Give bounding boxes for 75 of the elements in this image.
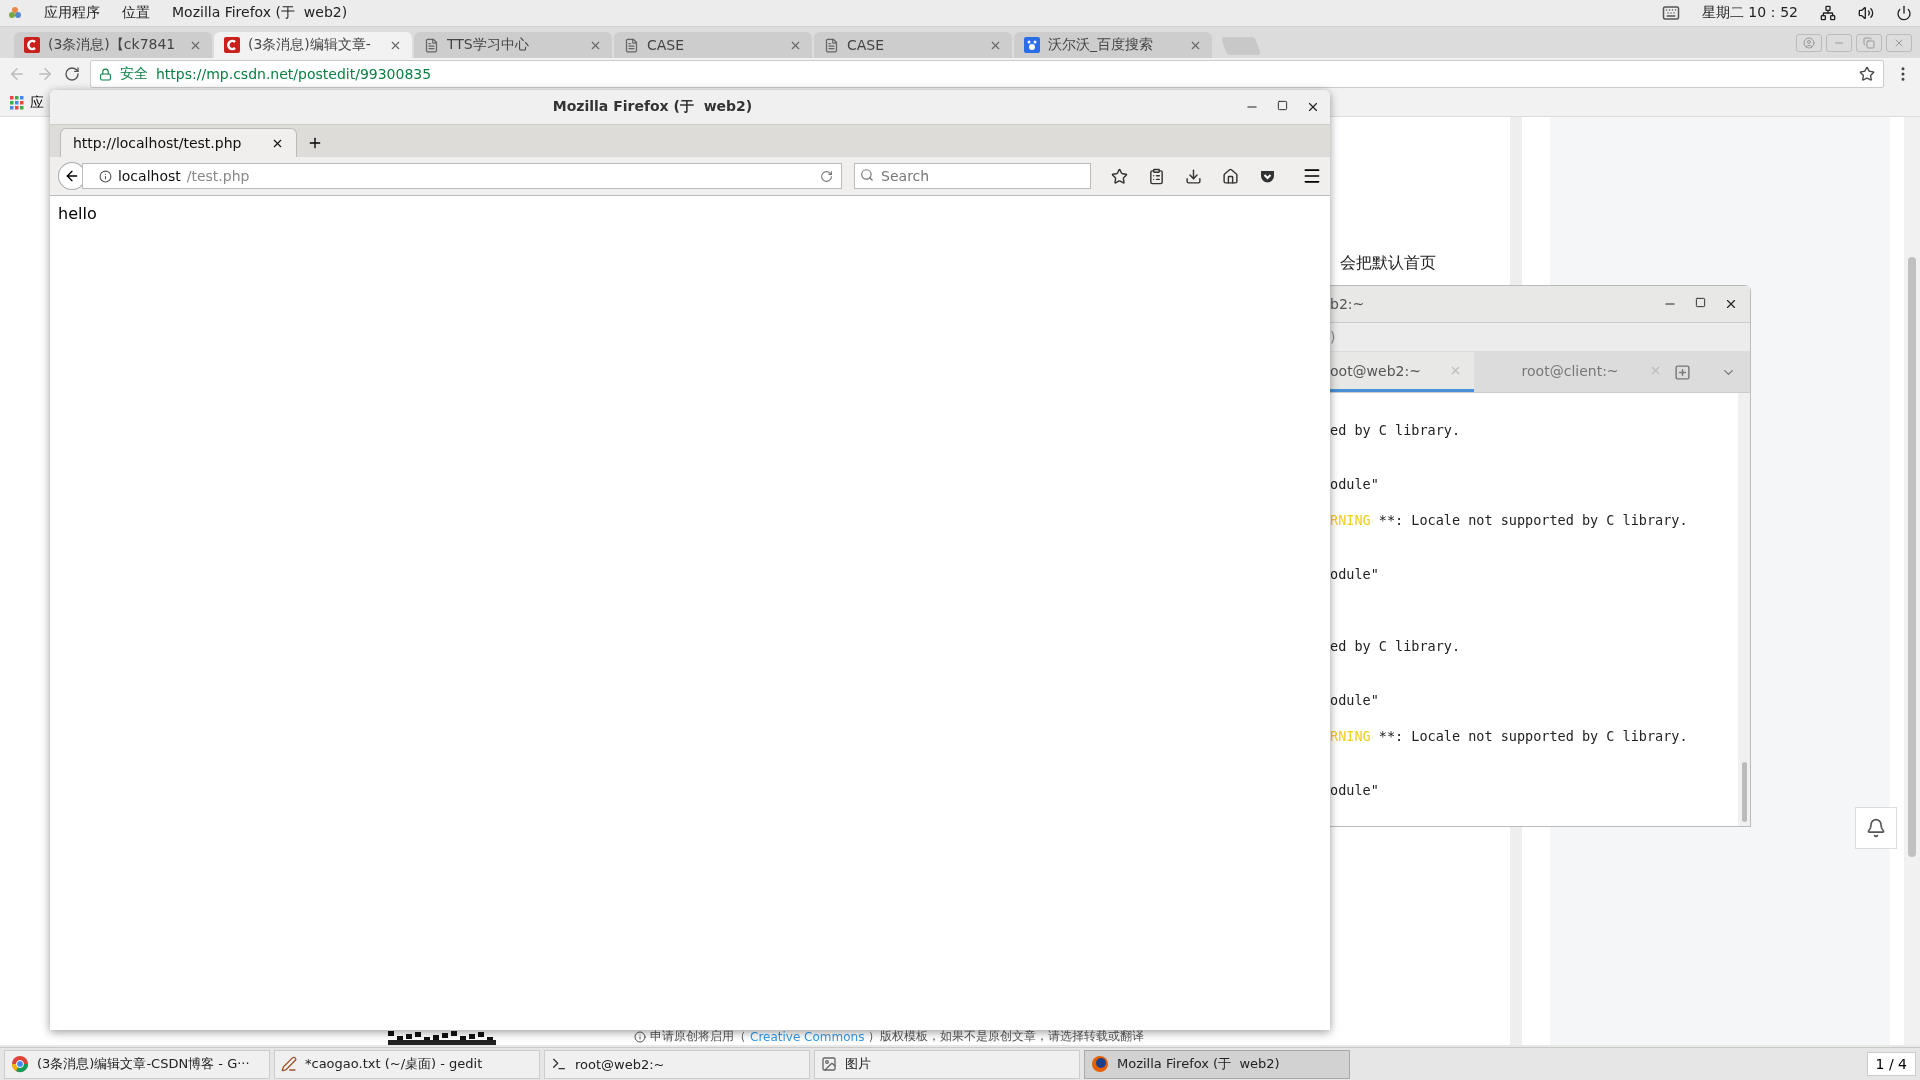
page-heading: 会把默认首页 xyxy=(1340,253,1436,274)
browser-icon xyxy=(11,1055,29,1073)
paw-icon xyxy=(1024,37,1040,53)
network-icon[interactable] xyxy=(1820,5,1836,21)
search-icon xyxy=(860,168,875,182)
lock-icon xyxy=(99,67,112,81)
reload-icon[interactable] xyxy=(64,66,80,82)
taskbar-item[interactable]: (3条消息)编辑文章-CSDN博客 - G··· xyxy=(4,1049,270,1079)
terminal-line: ed by C library. xyxy=(1330,638,1461,654)
browser-tab[interactable]: (3条消息)【ck7841 xyxy=(14,32,212,58)
close-icon[interactable] xyxy=(1724,297,1738,311)
terminal-line: odule" xyxy=(1330,476,1379,492)
letter-c-icon xyxy=(224,37,240,53)
terminal-line: RNING **: Locale not supported by C library. xyxy=(1330,728,1688,744)
taskbar-item[interactable]: 图片 xyxy=(814,1049,1080,1079)
taskbar-item[interactable]: Mozilla Firefox (于 web2) xyxy=(1084,1049,1350,1079)
person-icon xyxy=(1803,36,1815,49)
terminal-icon xyxy=(551,1056,567,1072)
home-icon[interactable] xyxy=(1222,167,1240,185)
download-icon[interactable] xyxy=(1185,167,1203,185)
browser-tab[interactable]: 沃尔沃_百度搜索 xyxy=(1014,32,1212,58)
top-menu[interactable]: 位置 xyxy=(122,4,150,22)
scrollbar[interactable] xyxy=(1738,393,1750,826)
star-icon[interactable] xyxy=(1111,167,1129,185)
browser-tab[interactable]: CASE xyxy=(614,32,812,58)
scrollbar[interactable] xyxy=(1904,117,1920,1045)
document-icon xyxy=(824,37,839,53)
browser-tab[interactable]: CASE xyxy=(814,32,1012,58)
taskbar-item[interactable]: root@web2:~ xyxy=(544,1049,810,1079)
notice-text: 申请原创将启用（ xyxy=(650,1028,746,1045)
terminal-tab[interactable]: oot@web2:~ xyxy=(1330,352,1474,392)
page-text: hello xyxy=(58,204,97,223)
bookmark-link[interactable]: 应 xyxy=(30,94,44,112)
keyboard-icon[interactable] xyxy=(1661,4,1680,22)
notice-text: ）版权模板，如果不是原创文章，请选择转载或翻译 xyxy=(868,1028,1145,1045)
restore-icon xyxy=(1863,36,1875,49)
document-icon xyxy=(624,37,639,53)
maximize-icon[interactable] xyxy=(1695,297,1706,308)
address-field[interactable]: localhost /test.php xyxy=(81,163,843,189)
close-icon[interactable] xyxy=(1306,100,1320,114)
menu-icon[interactable] xyxy=(1302,166,1322,186)
pen-icon xyxy=(281,1056,297,1072)
clock[interactable]: 星期二 10：52 xyxy=(1701,4,1798,22)
bell-icon xyxy=(1866,818,1886,838)
apps-grid-icon[interactable] xyxy=(10,96,24,110)
image-icon xyxy=(821,1056,837,1072)
terminal-line: odule" xyxy=(1330,566,1379,582)
terminal-line: odule" xyxy=(1330,782,1379,798)
maximize-icon[interactable] xyxy=(1277,100,1288,111)
apps-icon[interactable] xyxy=(8,6,22,20)
browser-tab[interactable]: (3条消息)编辑文章- xyxy=(214,32,412,58)
globe-icon xyxy=(1091,1055,1109,1073)
search-field[interactable]: Search xyxy=(854,163,1092,189)
bell-button[interactable] xyxy=(1855,807,1897,849)
browser-tab[interactable]: http://localhost/test.php xyxy=(60,128,298,157)
top-menu[interactable]: 应用程序 xyxy=(44,4,100,22)
volume-icon[interactable] xyxy=(1858,5,1874,21)
window-title: b2:~ xyxy=(1330,296,1366,312)
document-icon xyxy=(424,37,439,53)
reload-icon[interactable] xyxy=(820,169,834,183)
terminal-line: RNING **: Locale not supported by C library. xyxy=(1330,512,1688,528)
clipboard-icon[interactable] xyxy=(1148,167,1166,185)
letter-c-icon xyxy=(24,37,40,53)
browser-tab[interactable]: TTS学习中心 xyxy=(414,32,612,58)
window-title: Mozilla Firefox (于 web2) xyxy=(551,98,754,116)
workspace-indicator[interactable]: 1 / 4 xyxy=(1866,1052,1916,1076)
info-icon[interactable] xyxy=(98,169,112,183)
taskbar-item[interactable]: *caogao.txt (~/桌面) - gedit xyxy=(274,1049,540,1079)
star-icon[interactable] xyxy=(1859,66,1875,82)
address-field[interactable]: 安全 https://mp.csdn.net/postedit/99300835 xyxy=(90,60,1884,88)
terminal-line: odule" xyxy=(1330,692,1379,708)
info-icon xyxy=(634,1030,646,1043)
power-icon[interactable] xyxy=(1896,5,1912,21)
terminal-line: ed by C library. xyxy=(1330,422,1461,438)
top-menu[interactable]: Mozilla Firefox (于 web2) xyxy=(172,4,348,22)
